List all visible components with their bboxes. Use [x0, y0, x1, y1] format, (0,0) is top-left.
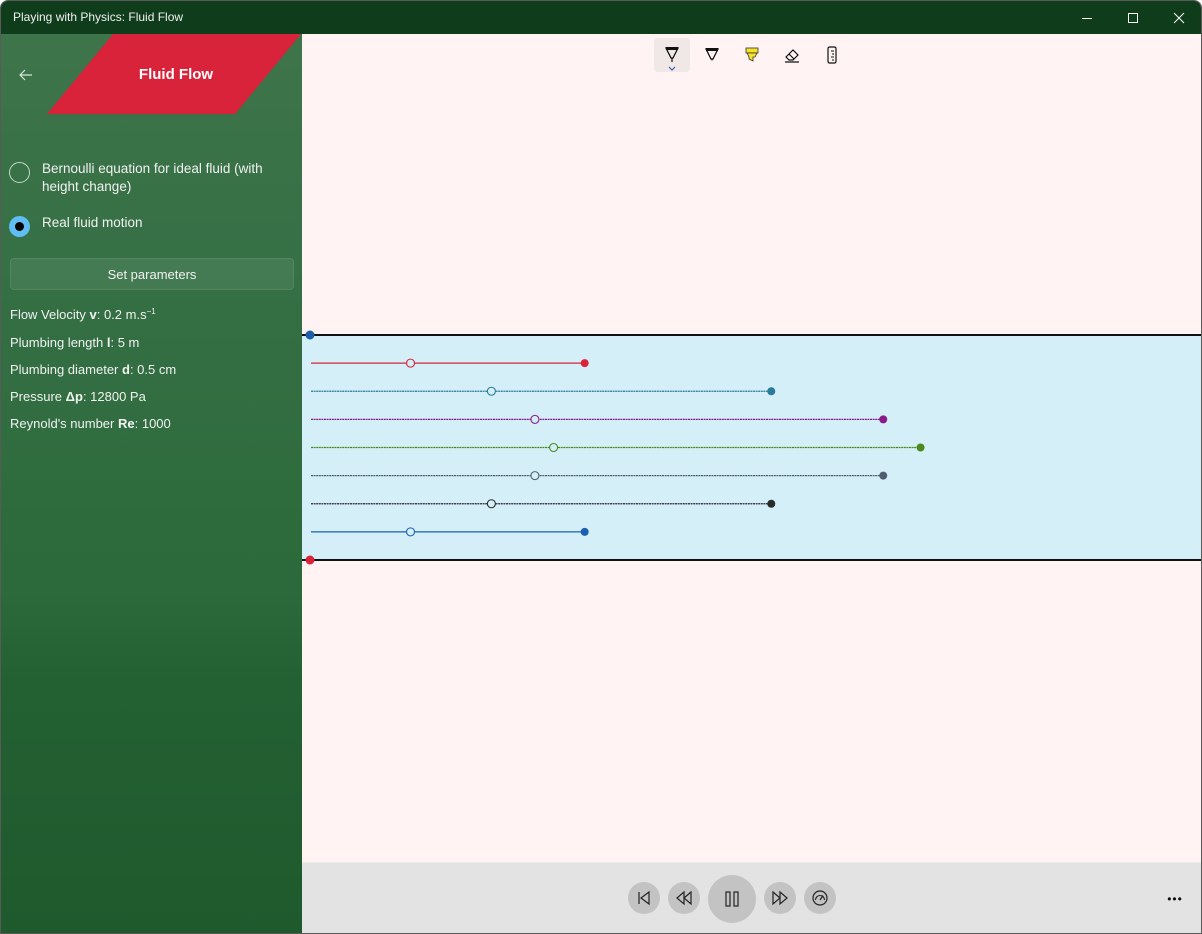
param-symbol: Δp: [65, 389, 83, 404]
param-plumbing-diameter: Plumbing diameter d: 0.5 cm: [10, 362, 176, 377]
param-label: Flow Velocity: [10, 307, 90, 322]
streamline-head-marker: [879, 471, 888, 480]
param-pressure: Pressure Δp: 12800 Pa: [10, 389, 146, 404]
param-symbol: Re: [117, 416, 135, 431]
pause-button[interactable]: [708, 875, 756, 923]
streamline-midpoint-marker: [486, 386, 496, 396]
fast-forward-icon: [772, 890, 788, 906]
param-label: Pressure: [10, 389, 66, 404]
radio-unchecked[interactable]: [9, 162, 30, 183]
pause-icon: [725, 891, 739, 907]
streamline-head-marker: [580, 527, 589, 536]
param-reynolds-number: Reynold's number Re: 1000: [10, 416, 171, 431]
streamline-midpoint-marker: [530, 471, 540, 481]
more-icon: •••: [1167, 892, 1183, 906]
title-bar: Playing with Physics: Fluid Flow: [1, 1, 1201, 34]
fast-forward-button[interactable]: [764, 882, 796, 914]
param-label: Plumbing diameter: [10, 362, 122, 377]
more-options-button[interactable]: •••: [1160, 887, 1190, 911]
speed-button[interactable]: [804, 882, 836, 914]
param-value: : 12800 Pa: [82, 389, 146, 404]
param-label: Plumbing length: [10, 335, 107, 350]
mode-real-fluid-radio[interactable]: Real fluid motion: [9, 214, 282, 237]
streamline-head-marker: [767, 499, 776, 508]
pipe-top-marker: [305, 330, 315, 340]
minimize-button[interactable]: [1064, 1, 1110, 34]
streamline-midpoint-marker: [530, 414, 540, 424]
skip-to-start-icon: [638, 890, 650, 906]
radio-label: Real fluid motion: [42, 215, 143, 230]
header-banner: Fluid Flow: [47, 34, 301, 114]
minimize-icon: [1082, 17, 1092, 19]
streamline-head-marker: [879, 415, 888, 424]
streamline-head-marker: [916, 443, 925, 452]
param-value: : 1000: [134, 416, 171, 431]
mode-bernoulli-radio[interactable]: Bernoulli equation for ideal fluid (with…: [9, 160, 282, 196]
window-title: Playing with Physics: Fluid Flow: [13, 10, 184, 24]
streamline-midpoint-marker: [405, 358, 416, 368]
back-button[interactable]: [13, 64, 39, 86]
param-value: : 5 m: [110, 335, 140, 350]
radio-label: Bernoulli equation for ideal fluid (with…: [42, 161, 263, 194]
app-window: Playing with Physics: Fluid Flow Fluid F…: [0, 0, 1202, 934]
close-button[interactable]: [1156, 1, 1201, 34]
streamline-midpoint-marker: [549, 442, 559, 453]
maximize-button[interactable]: [1110, 1, 1156, 34]
pipe-bottom-marker: [305, 555, 315, 565]
radio-checked[interactable]: [9, 216, 30, 237]
param-symbol: v: [89, 307, 97, 322]
page-title: Fluid Flow: [138, 65, 214, 83]
param-symbol: d: [122, 362, 130, 377]
sidebar: Fluid Flow Bernoulli equation for ideal …: [1, 34, 302, 933]
streamline-midpoint-marker: [405, 527, 416, 537]
param-label: Reynold's number: [10, 416, 118, 431]
param-flow-velocity: Flow Velocity v: 0.2 m.s−1: [10, 307, 156, 322]
streamline-midpoint-marker: [486, 499, 496, 509]
speedometer-icon: [812, 890, 828, 906]
param-value: : 0.2 m.s: [96, 307, 147, 322]
close-icon: [1173, 12, 1185, 23]
simulation-canvas[interactable]: [302, 34, 1201, 862]
streamline-head-marker: [580, 359, 589, 368]
set-parameters-button[interactable]: Set parameters: [10, 258, 294, 290]
skip-to-start-button[interactable]: [628, 882, 660, 914]
fluid-flow-diagram: [302, 330, 1201, 565]
param-unit-exponent: −1: [146, 307, 156, 316]
rewind-icon: [676, 890, 692, 906]
playback-bar: •••: [302, 862, 1201, 933]
param-plumbing-length: Plumbing length l: 5 m: [10, 335, 139, 350]
rewind-button[interactable]: [668, 882, 700, 914]
streamline-head-marker: [767, 387, 776, 396]
arrow-left-icon: [19, 69, 32, 81]
param-value: : 0.5 cm: [129, 362, 177, 377]
maximize-icon: [1128, 12, 1138, 23]
